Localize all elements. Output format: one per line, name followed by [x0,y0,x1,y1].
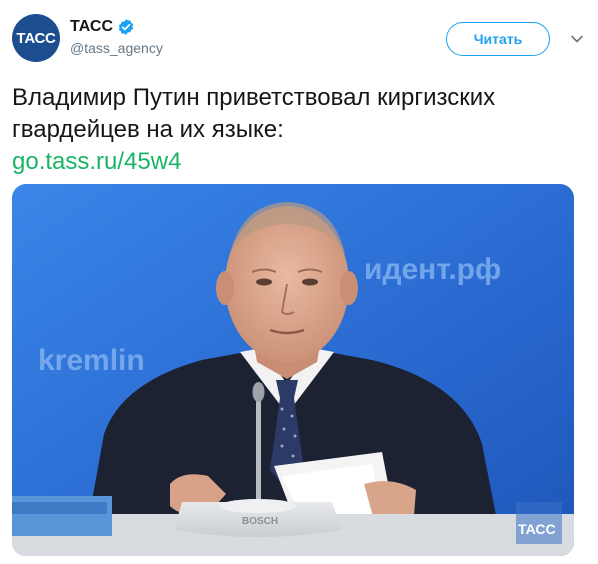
avatar-label: ТАСС [16,29,56,47]
name-row: ТАСС [70,18,163,36]
photo-watermark: ТАСС [518,521,556,537]
tweet-header: ТАСС ТАСС @tass_agency Читать [12,12,586,68]
chevron-down-icon[interactable] [570,32,584,46]
avatar[interactable]: ТАСС [12,14,60,62]
verified-badge-icon [118,19,134,35]
mic-brand-label: BOSCH [242,516,278,527]
follow-button[interactable]: Читать [446,22,550,56]
account-handle[interactable]: @tass_agency [70,40,163,56]
tweet-link[interactable]: go.tass.ru/45w4 [12,146,181,178]
tweet-photo[interactable]: идент.рф kremlin BOSCH ТАСС [12,184,574,556]
backdrop-text-right: идент.рф [364,253,501,286]
backdrop-text-left: kremlin [38,344,145,377]
account-info: ТАСС @tass_agency [70,18,163,56]
account-name[interactable]: ТАСС [70,18,113,36]
tweet-text: Владимир Путин приветствовал киргизских … [12,84,496,143]
